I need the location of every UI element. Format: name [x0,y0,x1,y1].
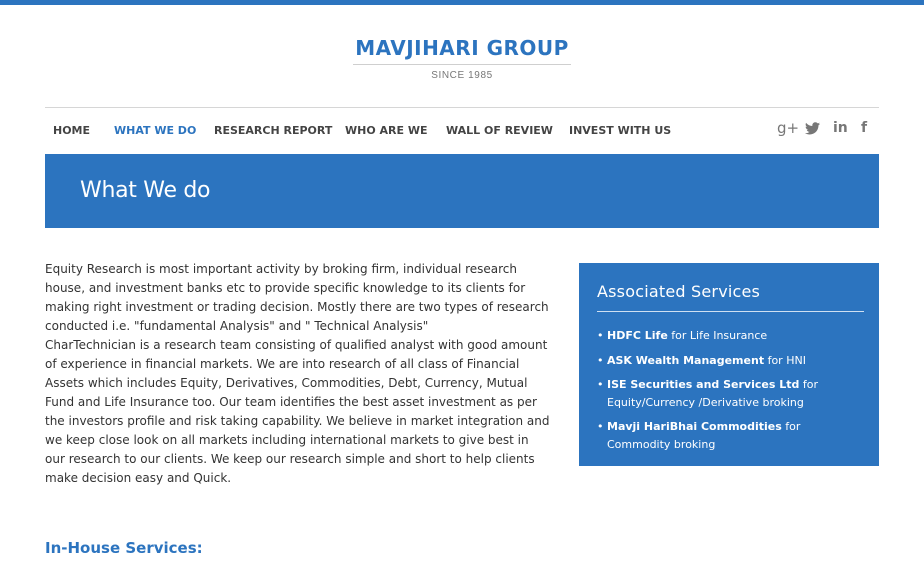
twitter-icon[interactable] [805,121,820,139]
service-name[interactable]: Mavji HariBhai Commodities [607,420,782,433]
service-name[interactable]: ISE Securities and Services Ltd [607,378,799,391]
service-desc: for HNI [764,353,806,367]
team-paragraph: CharTechnician is a research team consis… [45,338,550,485]
sidebar-divider [597,311,864,312]
nav-invest-with-us[interactable]: INVEST WITH US [569,124,671,137]
bullet-icon: • [597,329,604,342]
service-item: • ASK Wealth Management for HNI [597,352,867,370]
linkedin-icon[interactable]: in [833,120,848,136]
service-item: • HDFC Life for Life Insurance [597,327,867,345]
service-item: • Mavji HariBhai Commodities for Commodit… [597,418,867,453]
main-content: Equity Research is most important activi… [45,260,551,488]
logo-title[interactable]: MAVJIHARI GROUP [353,36,571,65]
nav-who-are-we[interactable]: WHO ARE WE [345,124,428,137]
top-accent-bar [0,0,924,5]
bullet-icon: • [597,420,604,433]
bullet-icon: • [597,353,604,367]
service-item: • ISE Securities and Services Ltd for Equ… [597,376,867,411]
nav-home[interactable]: HOME [53,124,90,137]
service-name[interactable]: HDFC Life [607,329,668,342]
in-house-services-heading: In-House Services: [45,539,203,557]
nav-what-we-do[interactable]: WHAT WE DO [114,124,196,137]
nav-wall-of-review[interactable]: WALL OF REVIEW [446,124,553,137]
google-plus-icon[interactable]: g+ [777,119,799,137]
page-title: What We do [80,178,211,203]
main-nav: HOME WHAT WE DO RESEARCH REPORT WHO ARE … [45,107,879,154]
logo-since: SINCE 1985 [431,70,493,81]
associated-services-panel: Associated Services • HDFC Life for Life … [579,263,879,466]
facebook-icon[interactable]: f [861,120,867,136]
bullet-icon: • [597,378,604,391]
associated-services-list: • HDFC Life for Life Insurance • ASK Wealt… [597,327,867,460]
service-desc: for Life Insurance [667,329,768,342]
service-name[interactable]: ASK Wealth Management [607,354,764,367]
nav-research-report[interactable]: RESEARCH REPORT [214,124,332,137]
intro-paragraph: Equity Research is most important activi… [45,262,549,333]
site-logo[interactable]: MAVJIHARI GROUP SINCE 1985 [0,36,924,81]
sidebar-title: Associated Services [597,282,761,301]
page-banner: What We do [45,154,879,228]
